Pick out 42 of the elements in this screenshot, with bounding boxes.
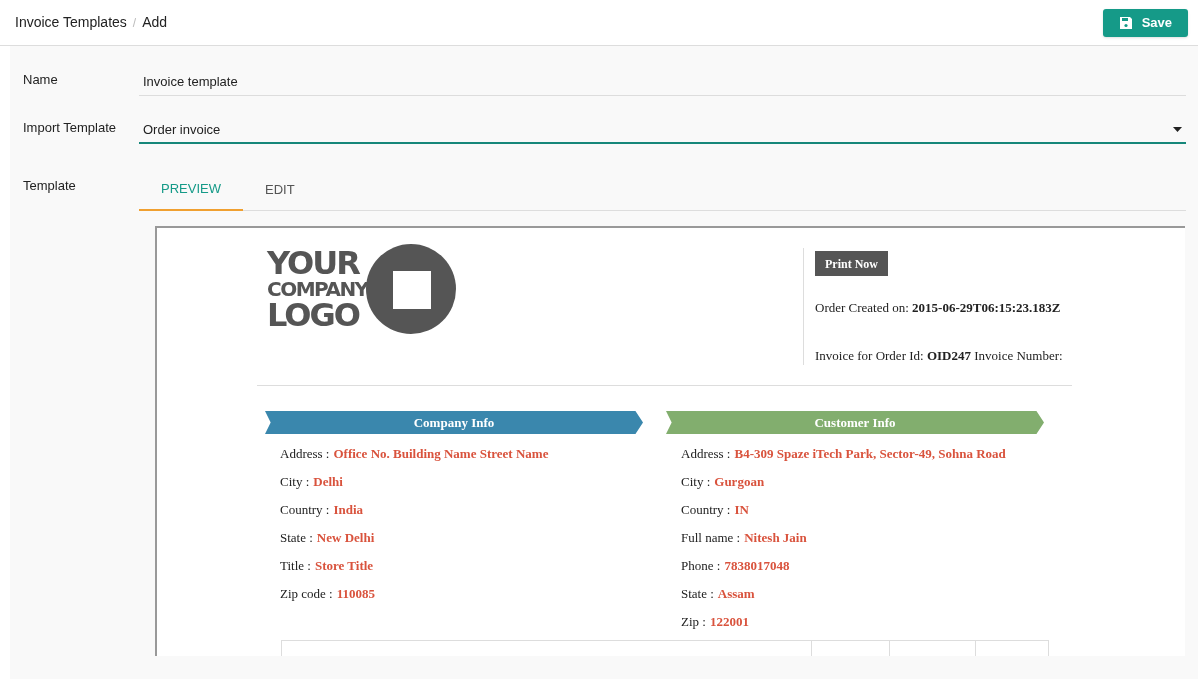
info-label: City : bbox=[280, 473, 310, 492]
info-label: Full name : bbox=[681, 529, 741, 548]
info-value: Nitesh Jain bbox=[744, 529, 807, 548]
template-select[interactable]: Order invoice bbox=[139, 117, 1186, 144]
section-banner: Customer Info bbox=[666, 411, 1044, 434]
order-created-text: Order Created on: 2015-06-29T06:15:23.183Z bbox=[815, 299, 1062, 317]
info-label: Phone : bbox=[681, 557, 721, 576]
save-icon bbox=[1118, 15, 1133, 30]
info-label: Title : bbox=[280, 557, 311, 576]
name-input[interactable]: Invoice template bbox=[139, 69, 1186, 96]
info-label: Address : bbox=[681, 445, 731, 464]
breadcrumb-item[interactable]: Invoice Templates bbox=[15, 12, 127, 33]
section-banner: Company Info bbox=[265, 411, 643, 434]
print-button[interactable]: Print Now bbox=[815, 251, 888, 276]
info-label: State : bbox=[681, 585, 714, 604]
breadcrumb-separator: / bbox=[132, 14, 137, 32]
info-label: Zip : bbox=[681, 613, 706, 632]
info-value: Assam bbox=[717, 585, 755, 604]
tab[interactable]: EDIT bbox=[242, 168, 317, 211]
info-value: 110085 bbox=[336, 585, 375, 604]
info-label: Country : bbox=[681, 501, 731, 520]
info-label: Address : bbox=[280, 445, 330, 464]
info-value: B4-309 Spaze iTech Park, Sector-49, Sohna Road bbox=[734, 445, 1006, 464]
field-label: Import Template bbox=[23, 119, 117, 137]
info-value: New Delhi bbox=[316, 529, 375, 548]
field-label: Name bbox=[23, 71, 59, 89]
info-value: IN bbox=[734, 501, 749, 520]
invoice-order-text: Invoice for Order Id: OID247 Invoice Number: bbox=[815, 346, 1063, 365]
info-value: Gurgoan bbox=[714, 473, 765, 492]
dropdown-caret-icon bbox=[1173, 127, 1182, 132]
info-value: India bbox=[333, 501, 364, 520]
field-label: Template bbox=[23, 177, 77, 195]
info-value: 122001 bbox=[709, 613, 749, 632]
info-label: Country : bbox=[280, 501, 330, 520]
info-label: State : bbox=[280, 529, 313, 548]
info-value: Store Title bbox=[314, 557, 374, 576]
info-value: Office No. Building Name Street Name bbox=[333, 445, 549, 464]
info-value: 7838017048 bbox=[724, 557, 790, 576]
breadcrumb-item: Add bbox=[142, 13, 168, 32]
info-value: Delhi bbox=[313, 473, 343, 492]
info-label: City : bbox=[681, 473, 711, 492]
info-label: Zip code : bbox=[280, 585, 333, 604]
